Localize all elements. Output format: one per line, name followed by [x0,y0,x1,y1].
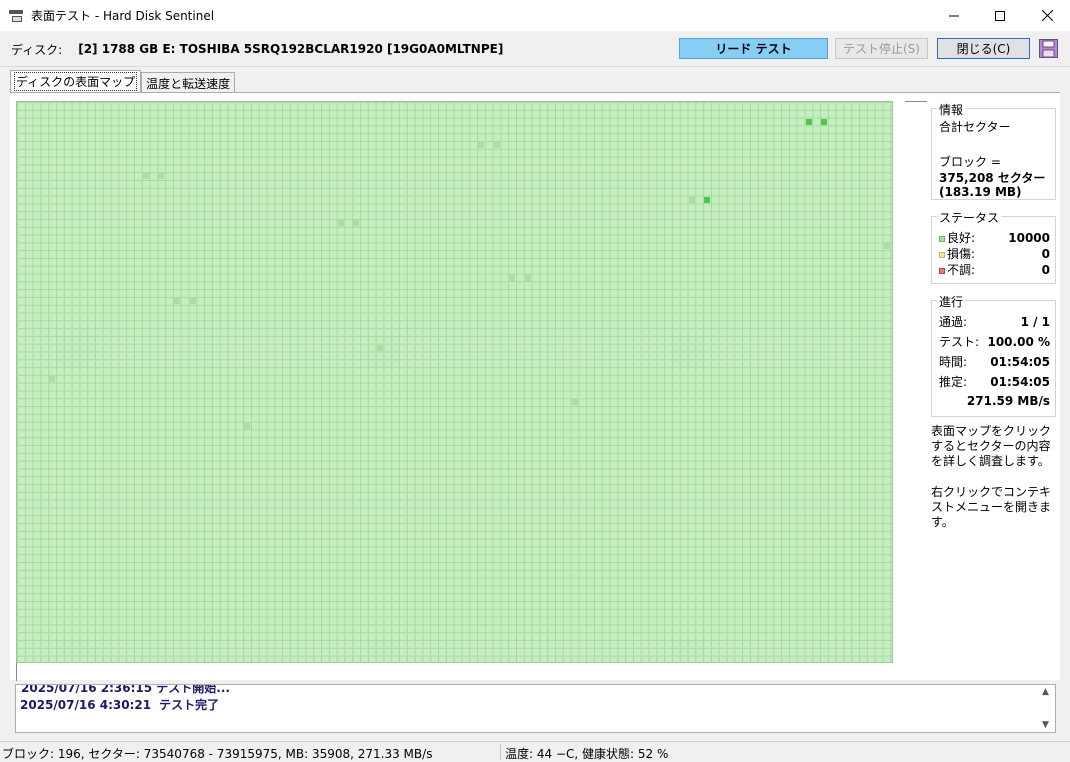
damaged-count: 0 [1041,246,1050,261]
log-line-partial: 2025/07/16 2:36:15 テスト開始... [21,684,230,695]
info-group: 情報 合計セクター ブロック = 375,208 セクター (183.19 MB… [931,101,1056,200]
bad-count: 0 [1041,262,1050,277]
tab-temperature-speed[interactable]: 温度と転送速度 [141,72,236,93]
tab-label: ディスクの表面マップ [13,72,138,91]
surface-map[interactable] [16,101,893,663]
pass-label: 通過: [939,315,968,329]
status-bar: ブロック: 196, セクター: 73540768 - 73915975, MB… [0,741,1070,761]
estimate-label: 推定: [939,375,968,389]
block-label: ブロック = [939,155,1001,169]
map-block-cell[interactable] [688,196,695,203]
map-block-cell[interactable] [821,118,828,125]
stop-test-button[interactable]: テスト停止(S) [835,38,928,59]
log-message: テスト完了 [159,698,220,712]
hard-disk-icon [9,9,25,23]
map-block-cell[interactable] [704,196,711,203]
bad-label: 不調: [947,263,976,277]
map-block-cell[interactable] [337,220,344,226]
scroll-down-icon[interactable]: ▼ [1042,720,1049,730]
minimize-icon [949,15,959,16]
map-block-cell[interactable] [142,173,149,180]
map-block-cell[interactable] [525,274,531,281]
good-label: 良好: [947,231,976,245]
map-block-cell[interactable] [244,422,251,429]
title-bar: 表面テスト - Hard Disk Sentinel [0,0,1070,31]
maximize-icon [995,10,1005,21]
info-title: 情報 [937,101,966,118]
damaged-label: 損傷: [947,247,976,261]
read-test-button[interactable]: リード テスト [679,38,828,59]
log-scrollbar[interactable]: ▲ ▼ [1038,685,1055,732]
good-count: 10000 [1008,230,1050,245]
log-box[interactable]: 2025/07/16 2:36:15 テスト開始... 2025/07/16 4… [15,684,1056,733]
disk-label: ディスク: [11,42,63,57]
map-block-cell[interactable] [158,173,165,180]
map-block-cell[interactable] [49,376,56,382]
disk-name: [2] 1788 GB E: TOSHIBA 5SRQ192BCLAR1920 … [78,42,504,56]
status-block-info: ブロック: 196, セクター: 73540768 - 73915975, MB… [2,747,433,761]
block-size: (183.19 MB) [939,185,1022,199]
status-temperature-health: 温度: 44 −C, 健康状態: 52 % [505,747,669,761]
map-block-cell[interactable] [571,399,578,406]
pass-value: 1 / 1 [1020,314,1050,329]
surface-panel: 情報 合計セクター ブロック = 375,208 セクター (183.19 MB… [10,92,1060,681]
map-block-cell[interactable] [376,344,383,351]
divider [0,66,1070,67]
bad-legend-icon [939,267,945,274]
progress-group: 進行 通過: 1 / 1 テスト: 100.00 % 時間: 01:54:05 推定:… [931,293,1056,417]
damaged-legend-icon [939,251,945,258]
map-block-cell[interactable] [805,118,812,125]
right-click-hint: 右クリックでコンテキストメニューを開きます。 [931,485,1052,529]
log-line: 2025/07/16 4:30:21 テスト完了 [20,696,219,713]
map-block-cell[interactable] [174,298,180,304]
click-hint: 表面マップをクリックするとセクターの内容を詳しく調査します。 [931,424,1052,468]
minimize-button[interactable] [931,0,977,31]
status-title: ステータス [937,209,1002,226]
progress-title: 進行 [937,293,966,310]
test-value: 100.00 % [987,334,1050,349]
time-value: 01:54:05 [990,354,1050,369]
map-block-cell[interactable] [883,243,890,250]
map-block-cell[interactable] [493,142,500,148]
tab-bar: ディスクの表面マップ 温度と転送速度 [10,70,236,93]
map-block-cell[interactable] [353,220,360,226]
total-sectors-label: 合計セクター [939,120,1011,134]
divider [905,101,927,102]
close-button[interactable]: 閉じる(C) [937,38,1030,59]
estimate-value: 01:54:05 [990,374,1050,389]
time-label: 時間: [939,355,968,369]
map-block-cell[interactable] [189,298,196,304]
map-block-cell[interactable] [509,274,516,281]
maximize-button[interactable] [977,0,1023,31]
save-icon[interactable] [1039,39,1058,58]
test-label: テスト: [939,335,980,349]
log-time: 2025/07/16 4:30:21 [20,698,152,712]
tab-surface-map[interactable]: ディスクの表面マップ [10,70,142,92]
tab-label: 温度と転送速度 [146,76,231,91]
speed-value: 271.59 MB/s [966,394,1050,408]
good-legend-icon [939,235,945,242]
divider [500,744,501,760]
map-block-cell[interactable] [478,142,485,148]
status-group: ステータス 良好: 10000 損傷: 0 不調: 0 [931,209,1056,284]
scroll-up-icon[interactable]: ▲ [1042,687,1049,697]
window-title: 表面テスト - Hard Disk Sentinel [31,9,215,23]
close-icon [1041,10,1053,21]
block-sectors: 375,208 セクター [939,171,1046,185]
close-window-button[interactable] [1024,0,1070,31]
divider [16,663,17,681]
